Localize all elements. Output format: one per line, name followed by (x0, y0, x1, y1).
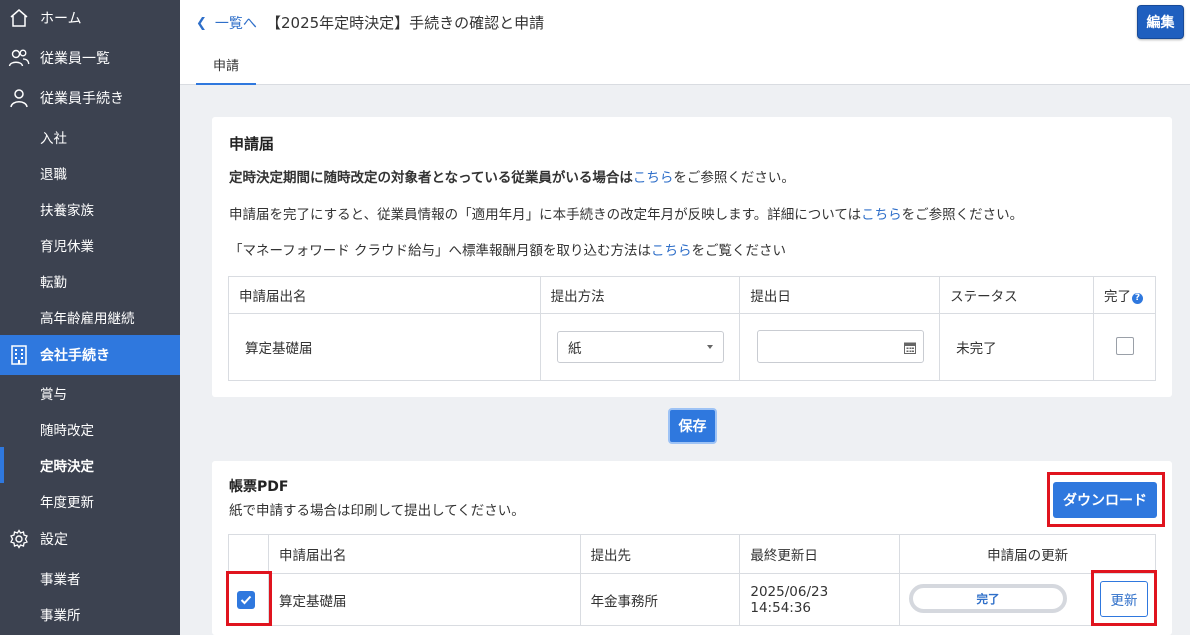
note-text: をご参照ください。 (901, 207, 1024, 223)
save-button[interactable]: 保存 (668, 408, 717, 444)
nav-sub-occasional-revision[interactable]: 随時改定 (0, 411, 180, 447)
row-name: 算定基礎届 (228, 313, 541, 381)
nav-sub-label: 定時決定 (40, 459, 94, 475)
nav-sub-office[interactable]: 事業所 (0, 596, 180, 632)
page-title: 【2025年定時決定】手続きの確認と申請 (266, 14, 545, 32)
column-header-label: 完了 (1104, 289, 1131, 305)
nav-settings-label: 設定 (40, 532, 68, 548)
update-button[interactable]: 更新 (1100, 581, 1148, 617)
submission-method-value: 紙 (568, 341, 582, 357)
nav-employee-procedures-label: 従業員手続き (40, 91, 124, 107)
download-button[interactable]: ダウンロード (1053, 482, 1157, 518)
nav-home-label: ホーム (40, 11, 82, 27)
note1-link[interactable]: こちら (633, 170, 674, 186)
note3-link[interactable]: こちら (651, 243, 692, 259)
note-line-2: 申請届を完了にすると、従業員情報の「適用年月」に本手続きの改定年月が反映します。… (229, 203, 1023, 223)
nav-company-procedures[interactable]: 会社手続き (0, 335, 180, 375)
note-text: をご参照ください。 (673, 170, 795, 186)
status-pill: 完了 (909, 584, 1067, 613)
row-select-checkbox[interactable] (237, 591, 255, 609)
nav-employees[interactable]: 従業員一覧 (0, 40, 180, 76)
nav-sub-annual-renewal[interactable]: 年度更新 (0, 483, 180, 519)
table-header-row: 申請届出名 提出方法 提出日 ステータス 完了? (228, 276, 1156, 314)
nav-sub-business-owner[interactable]: 事業者 (0, 560, 180, 596)
nav-home[interactable]: ホーム (0, 0, 180, 36)
note2-link[interactable]: こちら (861, 207, 902, 223)
column-header-complete: 完了? (1093, 276, 1156, 314)
help-icon[interactable]: ? (1132, 293, 1143, 304)
nav-sub-regular-determination[interactable]: 定時決定 (0, 447, 180, 483)
nav-sub-label: 事業者 (40, 572, 81, 588)
pdf-subtitle: 紙で申請する場合は印刷して提出してください。 (229, 503, 525, 519)
column-header: ステータス (939, 276, 1094, 314)
table-header-row: 申請届出名 提出先 最終更新日 申請届の更新 (228, 534, 1156, 574)
note-line-3: 「マネーフォワード クラウド給与」へ標準報酬月額を取り込む方法はこちらをご覧くだ… (229, 239, 786, 259)
nav-sub-transfer[interactable]: 転勤 (0, 263, 180, 299)
nav-settings[interactable]: 設定 (0, 521, 180, 557)
home-icon (8, 7, 30, 29)
row-status: 未完了 (939, 313, 1094, 381)
nav-sub-senior-employment[interactable]: 高年齢雇用継続 (0, 299, 180, 335)
nav-employees-label: 従業員一覧 (40, 51, 110, 67)
person-icon (8, 87, 30, 109)
building-icon (8, 344, 30, 366)
note-text: をご覧ください (691, 243, 786, 259)
row-destination: 年金事務所 (579, 573, 741, 626)
note-text: 定時決定期間に随時改定の対象者となっている従業員がいる場合は (229, 170, 633, 186)
application-table: 申請届出名 提出方法 提出日 ステータス 完了? 算定基礎届 未完了 (228, 276, 1156, 381)
page-header: ❮ 一覧へ 【2025年定時決定】手続きの確認と申請 編集 申請 (180, 0, 1190, 85)
nav-sub-label: 退職 (40, 167, 67, 183)
caret-down-icon (707, 345, 713, 349)
nav-sub-label: 年度更新 (40, 495, 94, 511)
select-column-header (228, 534, 269, 574)
column-header: 申請届出名 (228, 276, 541, 314)
nav-sub-label: 扶養家族 (40, 203, 94, 219)
back-link[interactable]: ❮ 一覧へ (196, 13, 257, 33)
checkmark-icon (240, 595, 252, 605)
complete-checkbox[interactable] (1116, 337, 1134, 355)
nav-employee-procedures[interactable]: 従業員手続き (0, 80, 180, 116)
nav-company-procedures-label: 会社手続き (40, 348, 110, 364)
sidebar: ホーム 従業員一覧 従業員手続き 入社 退職 扶養家族 育児休業 転勤 高年齢雇… (0, 0, 180, 635)
nav-sub-label: 賞与 (40, 387, 67, 403)
submission-method-select[interactable]: 紙 (557, 331, 724, 363)
nav-sub-childcare[interactable]: 育児休業 (0, 227, 180, 263)
note-text: 申請届を完了にすると、従業員情報の「適用年月」に本手続きの改定年月が反映します。… (229, 207, 862, 223)
nav-sub-bonus[interactable]: 賞与 (0, 375, 180, 411)
nav-sub-label: 随時改定 (40, 423, 94, 439)
edit-button[interactable]: 編集 (1137, 5, 1184, 39)
people-icon (8, 47, 30, 69)
gear-icon (8, 528, 30, 550)
column-header: 提出方法 (539, 276, 741, 314)
nav-sub-label: 事業所 (40, 608, 81, 624)
note-text: 「マネーフォワード クラウド給与」へ標準報酬月額を取り込む方法は (229, 243, 651, 259)
status-pill-label: 完了 (976, 591, 1000, 606)
column-header: 最終更新日 (739, 534, 901, 574)
column-header: 提出日 (739, 276, 941, 314)
pdf-title: 帳票PDF (229, 479, 289, 495)
tab-application[interactable]: 申請 (196, 45, 256, 85)
column-header: 申請届出名 (267, 534, 581, 574)
nav-sub-leave[interactable]: 退職 (0, 155, 180, 191)
calendar-icon (904, 341, 916, 358)
nav-sub-label: 高年齢雇用継続 (40, 311, 135, 327)
nav-sub-label: 入社 (40, 131, 67, 147)
submission-date-input[interactable] (757, 330, 924, 363)
nav-sub-label: 育児休業 (40, 239, 94, 255)
nav-sub-label: 転勤 (40, 275, 67, 291)
row-updated: 2025/06/23 14:54:36 (739, 573, 901, 626)
column-header: 申請届の更新 (899, 534, 1156, 574)
nav-sub-join[interactable]: 入社 (0, 119, 180, 155)
row-name: 算定基礎届 (267, 573, 581, 626)
note-line-1: 定時決定期間に随時改定の対象者となっている従業員がいる場合はこちらをご参照くださ… (229, 166, 795, 186)
back-link-label: 一覧へ (214, 16, 257, 32)
column-header: 提出先 (579, 534, 741, 574)
application-title: 申請届 (229, 135, 275, 153)
nav-sub-dependents[interactable]: 扶養家族 (0, 191, 180, 227)
chevron-left-icon: ❮ (196, 15, 207, 31)
